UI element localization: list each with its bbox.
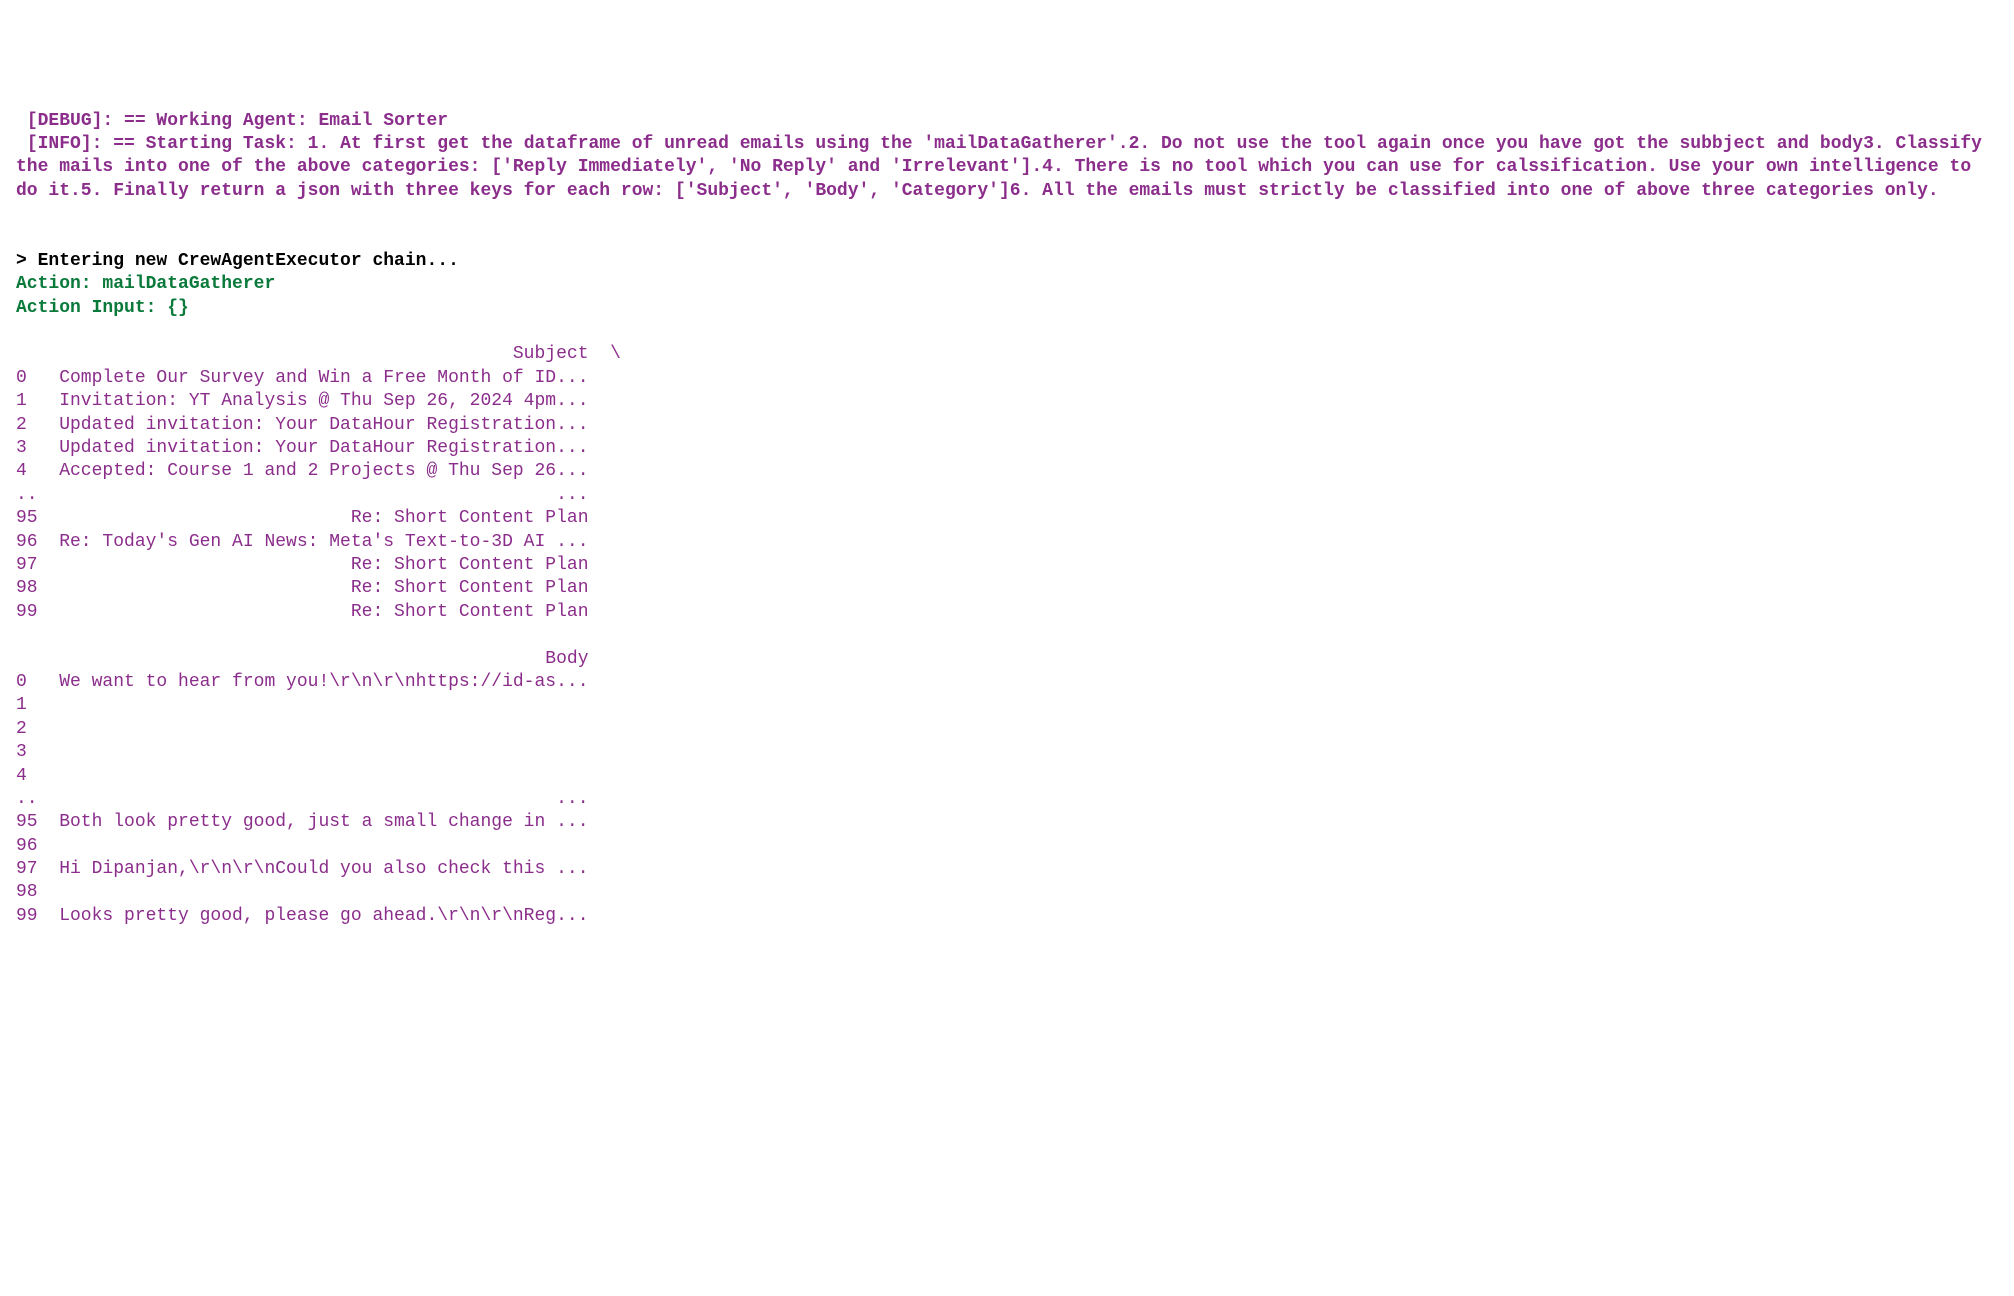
info-log-line: [INFO]: == Starting Task: 1. At first ge… <box>16 134 1993 201</box>
entering-chain-line: > Entering new CrewAgentExecutor chain..… <box>16 251 459 271</box>
dataframe-output: Subject \ 0 Complete Our Survey and Win … <box>16 344 621 925</box>
action-line: Action: mailDataGatherer <box>16 274 275 294</box>
action-input-line: Action Input: {} <box>16 298 189 318</box>
debug-log-line: [DEBUG]: == Working Agent: Email Sorter <box>16 111 448 131</box>
